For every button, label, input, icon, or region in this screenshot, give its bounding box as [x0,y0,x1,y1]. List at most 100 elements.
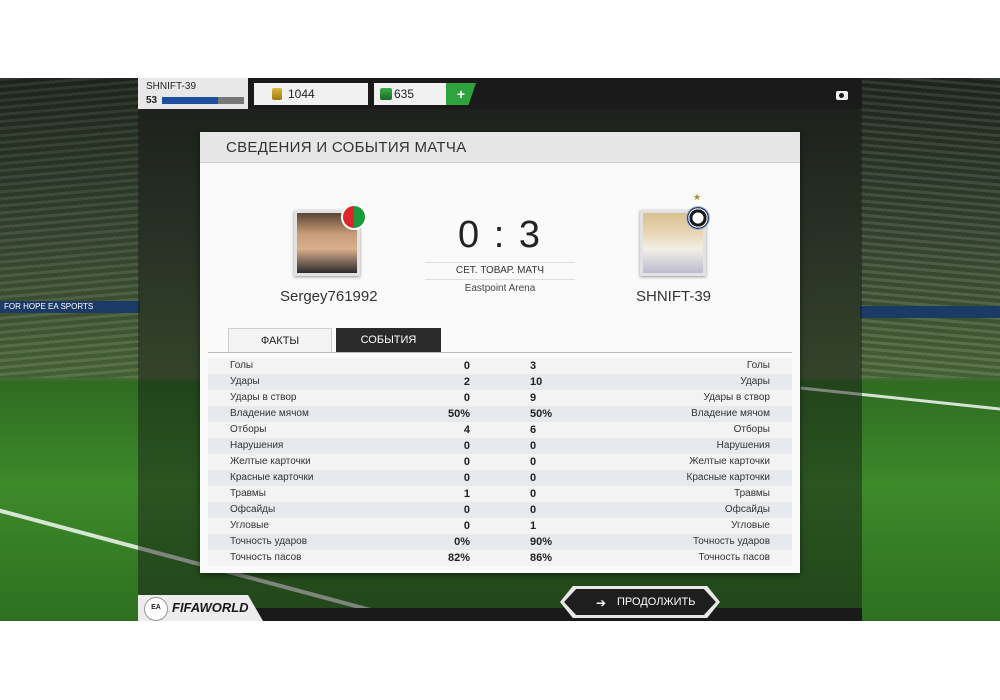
stat-row: Владение мячом 50% 50% Владение мячом [208,406,792,422]
stands-right [860,78,1000,378]
player-name: SHNIFT-39 [146,81,197,92]
stat-label-home: Травмы [230,488,266,499]
stat-label-away: Удары в створ [703,392,771,403]
stat-value-away: 86% [530,552,553,564]
top-bar: SHNIFT-39 53 1044 635 + [138,78,862,109]
stat-label-home: Желтые карточки [230,456,311,467]
coins-value: 1044 [288,87,315,101]
stat-value-home: 0 [463,456,470,468]
stat-row: Точность пасов 82% 86% Точность пасов [208,550,792,566]
arrow-right-icon: ➔ [596,596,607,610]
stat-label-away: Нарушения [716,440,770,451]
stat-value-home: 2 [463,376,470,388]
stadium-background: FOR HOPE EA SPORTS SHNIFT-39 53 1044 635… [0,78,1000,621]
points-value: 635 [394,87,415,101]
stat-value-away: 10 [530,376,543,388]
stat-value-away: 6 [530,424,537,436]
stands-left [0,78,140,378]
stat-value-home: 1 [463,488,470,500]
player-profile[interactable]: SHNIFT-39 53 [138,78,248,109]
ea-sports-logo-icon: EA SPORTS [144,597,168,621]
stat-label-home: Отборы [230,424,267,435]
stat-label-away: Желтые карточки [689,456,770,467]
stat-value-home: 4 [463,424,470,436]
match-score: 0 : 3 [458,214,542,256]
tab-facts[interactable]: ФАКТЫ [228,328,332,353]
stat-value-away: 1 [530,520,537,532]
camera-icon[interactable] [836,91,848,100]
stat-value-away: 9 [530,392,537,404]
stat-value-away: 0 [530,504,537,516]
stat-value-away: 3 [530,360,537,372]
coin-stack-icon [272,88,282,100]
stats-table: Голы 0 3 Голы Удары 2 10 Удары Удары в створ 0 9 Уд… [208,358,792,566]
stat-label-home: Точность ударов [230,536,308,547]
xp-progress-fill [162,97,218,104]
stat-value-home: 82% [447,552,470,564]
points-stack-icon [380,88,392,100]
xp-progress-bar [162,97,244,104]
stat-value-away: 90% [530,536,553,548]
stat-label-away: Точность ударов [692,536,770,547]
stat-row: Удары в створ 0 9 Удары в створ [208,390,792,406]
stat-row: Желтые карточки 0 0 Желтые карточки [208,454,792,470]
stat-label-away: Точность пасов [698,552,771,563]
stat-value-home: 0 [463,392,470,404]
adboard-right [860,306,1000,318]
stat-value-home: 0 [463,440,470,452]
stat-value-away: 50% [530,408,553,420]
home-team-name: Sergey761992 [280,288,378,305]
adboard-left: FOR HOPE EA SPORTS [0,301,140,313]
stat-label-home: Нарушения [230,440,284,451]
stat-value-home: 0 [463,472,470,484]
stat-value-away: 0 [530,440,537,452]
game-window: SHNIFT-39 53 1044 635 + СВЕДЕНИЯ И СОБЫТ… [138,78,862,621]
stat-row: Нарушения 0 0 Нарушения [208,438,792,454]
stat-row: Голы 0 3 Голы [208,358,792,374]
match-type: СЕТ. ТОВАР. МАТЧ [425,262,575,280]
add-points-button[interactable]: + [446,83,476,105]
coins-counter: 1044 [254,83,368,105]
continue-button-frame: ➔ ПРОДОЛЖИТЬ [560,586,720,618]
stat-label-away: Отборы [733,424,770,435]
continue-label: ПРОДОЛЖИТЬ [617,596,696,608]
tab-events[interactable]: СОБЫТИЯ [336,328,441,352]
fifa-world-wordmark: FIFAWORLD [172,600,249,615]
stat-label-home: Красные карточки [230,472,314,483]
stat-row: Офсайды 0 0 Офсайды [208,502,792,518]
fifa-world-logo: EA SPORTS FIFAWORLD [138,595,263,621]
stat-label-away: Голы [746,360,770,371]
stat-label-away: Удары [740,376,770,387]
stat-row: Угловые 0 1 Угловые [208,518,792,534]
stat-row: Травмы 1 0 Травмы [208,486,792,502]
stat-value-home: 0 [463,520,470,532]
stat-label-away: Травмы [734,488,770,499]
stat-value-home: 0% [454,536,470,548]
home-club-badge-icon [341,204,367,230]
points-counter: 635 [374,83,448,105]
page-title: СВЕДЕНИЯ И СОБЫТИЯ МАТЧА [226,139,467,156]
stat-label-home: Владение мячом [230,408,309,419]
stat-label-away: Офсайды [724,504,770,515]
star-icon: ★ [693,192,702,202]
match-arena: Eastpoint Arena [464,283,536,294]
stat-label-away: Угловые [731,520,770,531]
stat-label-away: Владение мячом [691,408,770,419]
stat-label-home: Офсайды [230,504,276,515]
stat-value-home: 50% [447,408,470,420]
away-club-badge-icon [686,206,710,230]
stat-value-away: 0 [530,472,537,484]
stat-row: Удары 2 10 Удары [208,374,792,390]
player-level: 53 [146,95,158,106]
continue-button[interactable]: ➔ ПРОДОЛЖИТЬ [564,589,716,615]
stat-row: Отборы 4 6 Отборы [208,422,792,438]
stat-value-away: 0 [530,488,537,500]
stat-label-home: Точность пасов [230,552,302,563]
tab-divider [208,352,792,353]
stat-value-home: 0 [463,504,470,516]
panel-header: СВЕДЕНИЯ И СОБЫТИЯ МАТЧА [200,132,800,163]
stat-label-home: Удары в створ [230,392,297,403]
stat-value-home: 0 [463,360,470,372]
stat-value-away: 0 [530,456,537,468]
stat-label-home: Угловые [230,520,269,531]
